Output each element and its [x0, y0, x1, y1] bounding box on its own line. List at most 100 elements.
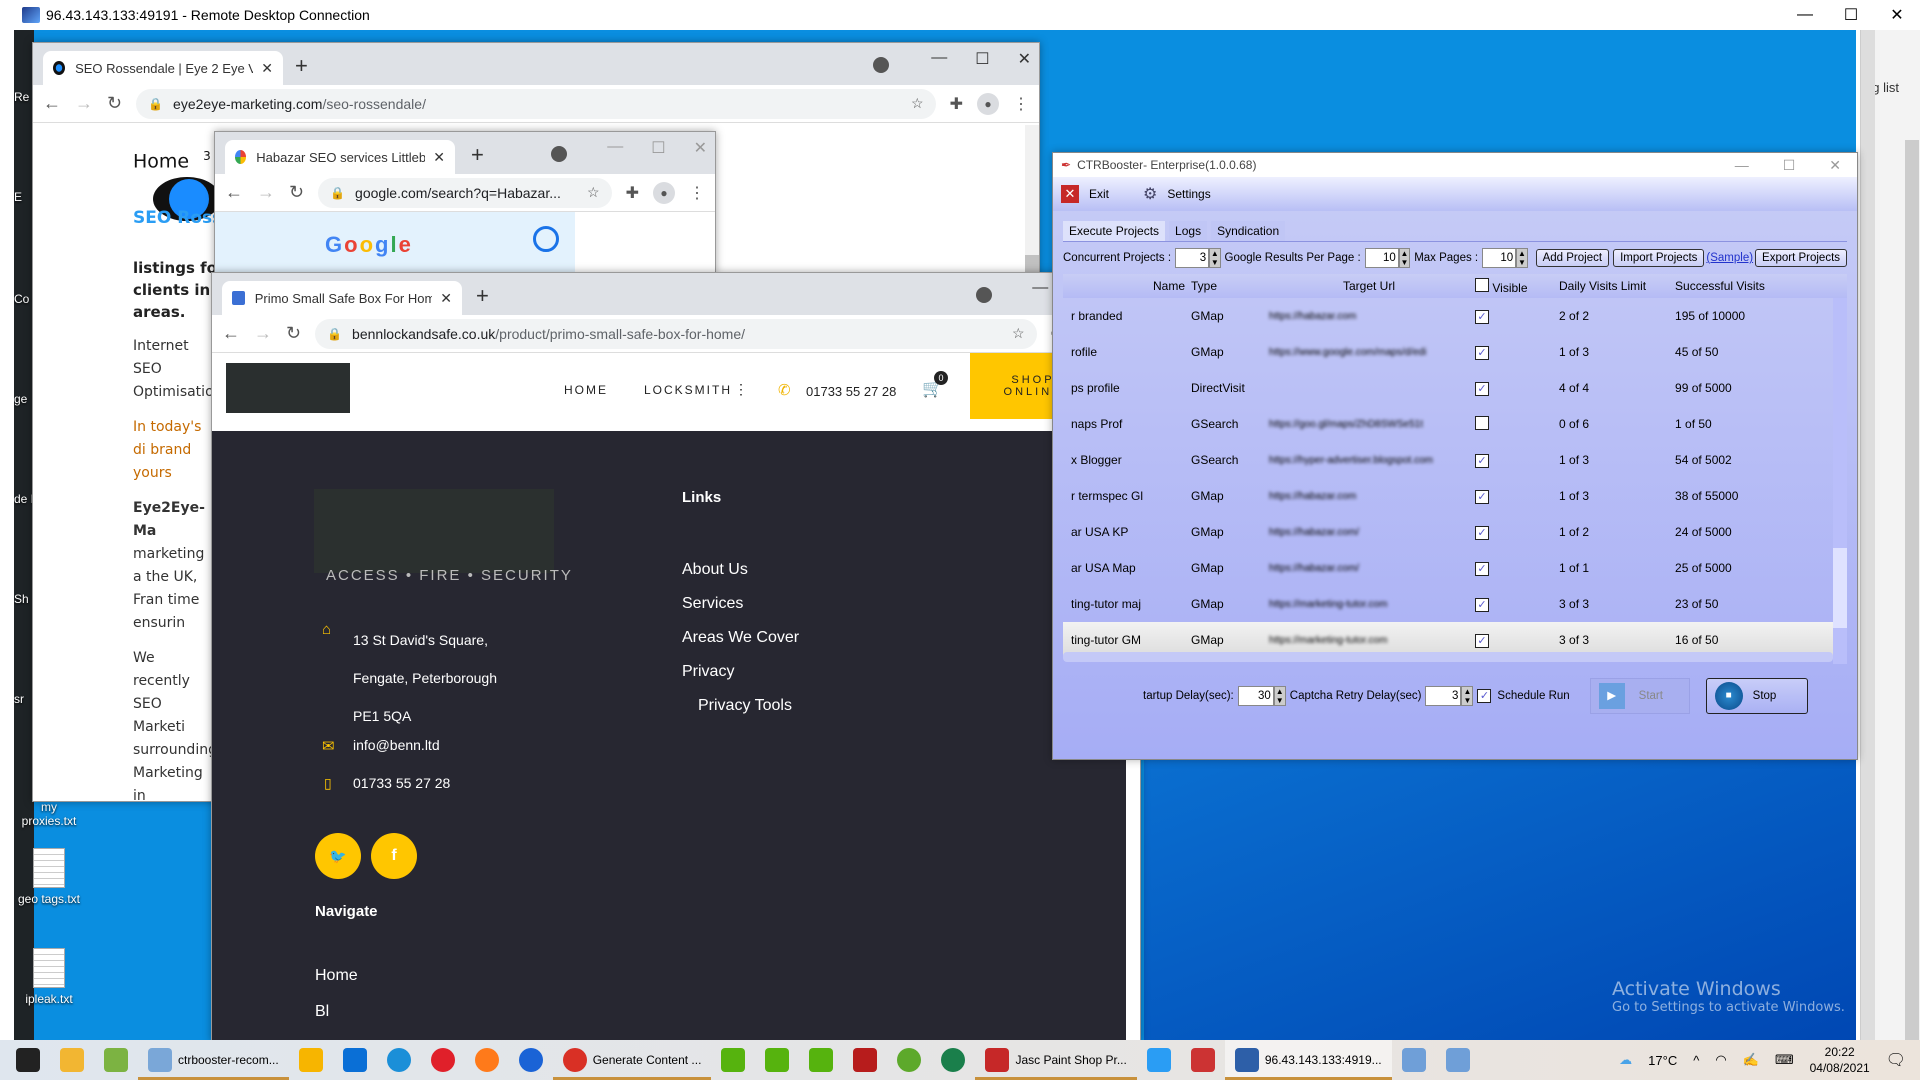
back-icon[interactable]: ← [43, 93, 61, 114]
nav-home[interactable]: HOME [564, 383, 608, 397]
maximize-button[interactable]: ☐ [975, 49, 989, 69]
taskbar-app[interactable] [1392, 1040, 1436, 1080]
visible-checkbox[interactable]: ✓ [1475, 345, 1490, 360]
tab-search-icon[interactable] [873, 57, 889, 73]
project-row[interactable]: r termspec Gl GMap https://habazar.com ✓ 1 o… [1063, 478, 1847, 514]
project-row[interactable]: ar USA Map GMap https://habazar.com/ ✓ 1 of … [1063, 550, 1847, 586]
col-visible[interactable]: Visible [1469, 274, 1554, 298]
tab-search-icon[interactable] [976, 287, 992, 303]
nav-home-link[interactable]: Home [133, 150, 189, 172]
col-daily-visits[interactable]: Daily Visits Limit [1553, 274, 1670, 298]
export-projects-button[interactable]: Export Projects [1755, 249, 1848, 267]
account-icon[interactable] [533, 226, 559, 252]
taskbar-app[interactable]: ctrbooster-recom... [138, 1040, 289, 1080]
project-row[interactable]: ting-tutor maj GMap https://marketing-tuto… [1063, 586, 1847, 622]
close-tab-icon[interactable]: ✕ [432, 290, 452, 307]
taskbar-app[interactable] [799, 1040, 843, 1080]
weather-icon[interactable]: ☁ [1619, 1052, 1632, 1068]
taskbar-app[interactable] [509, 1040, 553, 1080]
back-icon[interactable]: ← [222, 323, 240, 344]
scrollbar[interactable] [1861, 30, 1875, 1040]
weather-temp[interactable]: 17°C [1648, 1053, 1677, 1068]
address-bar[interactable]: 🔒 bennlockandsafe.co.uk/product/primo-sm… [315, 318, 1037, 349]
new-tab-button[interactable]: + [476, 283, 489, 309]
profile-avatar[interactable]: ● [977, 92, 999, 115]
project-row[interactable]: x Blogger GSearch https://hyper-advertiser… [1063, 442, 1847, 478]
facebook-button[interactable]: f [371, 833, 417, 879]
project-row[interactable]: ar USA KP GMap https://habazar.com/ ✓ 1 of 2… [1063, 514, 1847, 550]
address-bar[interactable]: 🔒 google.com/search?q=Habazar... ☆ [318, 177, 612, 208]
taskbar-app[interactable] [1137, 1040, 1181, 1080]
taskbar-app[interactable]: Generate Content ... [552, 1040, 712, 1080]
keyboard-icon[interactable]: ⌨ [1775, 1052, 1794, 1068]
max-pages-spinner[interactable]: ▲ ▼ [1516, 248, 1528, 268]
tab-execute-projects[interactable]: Execute Projects [1063, 221, 1166, 241]
twitter-button[interactable]: 🐦 [315, 833, 361, 879]
notifications-icon[interactable]: 🗨 [1886, 1050, 1906, 1070]
project-row[interactable]: rofile GMap https://www.google.com/maps/d/… [1063, 334, 1847, 370]
col-successful-visits[interactable]: Successful Visits [1669, 274, 1847, 298]
horizontal-scrollbar[interactable] [1063, 652, 1833, 662]
desktop-file-my-proxies[interactable]: my proxies.txt [14, 800, 84, 828]
visible-checkbox[interactable]: ✓ [1475, 489, 1490, 504]
close-button[interactable]: ✕ [1874, 0, 1920, 30]
footer-email[interactable]: info@benn.ltd [353, 737, 440, 753]
taskbar-app[interactable] [931, 1040, 975, 1080]
new-tab-button[interactable]: + [471, 142, 484, 168]
minimize-button[interactable]: — [607, 138, 623, 158]
visible-checkbox[interactable]: ✓ [1475, 633, 1490, 648]
bookmark-star-icon[interactable]: ☆ [1012, 325, 1025, 342]
project-row[interactable]: ps profile DirectVisit ✓ 4 of 4 99 of 5000 [1063, 370, 1847, 406]
taskbar-app[interactable] [755, 1040, 799, 1080]
taskbar-app[interactable] [465, 1040, 509, 1080]
close-tab-icon[interactable]: ✕ [253, 60, 273, 77]
minimize-button[interactable]: — [1032, 279, 1048, 299]
desktop-file-geo-tags[interactable]: geo tags.txt [14, 848, 84, 906]
project-row[interactable]: naps Prof GSearch https://goo.gl/maps/ZhD8… [1063, 406, 1847, 442]
vertical-scrollbar[interactable] [1833, 298, 1847, 664]
results-per-page-input[interactable]: 10 [1364, 248, 1399, 268]
footer-nav-link[interactable]: Bl [315, 1003, 329, 1021]
col-type[interactable]: Type [1185, 274, 1264, 298]
reload-icon[interactable]: ↻ [289, 182, 304, 203]
site-logo[interactable] [226, 363, 350, 413]
stop-button[interactable]: ■ Stop [1705, 678, 1808, 714]
tab-syndication[interactable]: Syndication [1211, 221, 1286, 241]
visible-checkbox[interactable]: ✓ [1475, 453, 1490, 468]
taskbar-app[interactable] [94, 1040, 138, 1080]
captcha-delay-spinner[interactable]: ▲ ▼ [1461, 686, 1474, 706]
extensions-icon[interactable]: ✚ [626, 183, 639, 203]
settings-menu[interactable]: ⚙ Settings [1143, 184, 1211, 204]
footer-link-areas[interactable]: Areas We Cover [682, 621, 799, 655]
menu-icon[interactable]: ⋮ [689, 183, 705, 203]
minimize-button[interactable]: — [931, 49, 947, 69]
show-hidden-icons[interactable]: ^ [1693, 1053, 1699, 1068]
footer-link-about[interactable]: About Us [682, 553, 799, 587]
wifi-icon[interactable]: ◠ [1715, 1052, 1726, 1068]
taskbar-app[interactable] [289, 1040, 333, 1080]
forward-icon[interactable]: → [75, 93, 93, 114]
visible-checkbox[interactable]: ✓ [1475, 561, 1490, 576]
maximize-button[interactable]: ☐ [1828, 0, 1874, 30]
project-row[interactable]: r branded GMap https://habazar.com ✓ 2 of 2 1… [1063, 298, 1847, 334]
footer-link-privacy-tools[interactable]: Privacy Tools [682, 689, 799, 723]
tab-seo-rossendale[interactable]: SEO Rossendale | Eye 2 Eye Video ✕ [43, 51, 283, 85]
footer-phone[interactable]: 01733 55 27 28 [353, 775, 450, 791]
visible-checkbox[interactable]: ✓ [1475, 309, 1490, 324]
bookmark-star-icon[interactable]: ☆ [587, 184, 600, 201]
close-tab-icon[interactable]: ✕ [425, 149, 445, 166]
taskbar-app[interactable] [0, 1040, 50, 1080]
minimize-button[interactable]: — [1782, 0, 1828, 30]
header-phone[interactable]: 01733 55 27 28 [806, 384, 896, 399]
schedule-run-checkbox[interactable]: ✓ [1477, 689, 1492, 703]
bookmark-star-icon[interactable]: ☆ [911, 95, 924, 112]
sample-link[interactable]: (Sample) [1706, 252, 1753, 264]
reload-icon[interactable]: ↻ [286, 323, 301, 344]
scrollbar[interactable] [1905, 140, 1919, 1040]
concurrent-projects-input[interactable]: 3 [1175, 248, 1210, 268]
exit-menu[interactable]: ✕ Exit [1061, 185, 1109, 203]
taskbar-app[interactable] [887, 1040, 931, 1080]
address-bar[interactable]: 🔒 eye2eye-marketing.com/seo-rossendale/ … [136, 88, 936, 119]
extensions-icon[interactable]: ✚ [950, 94, 963, 114]
clock[interactable]: 20:22 04/08/2021 [1810, 1044, 1870, 1076]
